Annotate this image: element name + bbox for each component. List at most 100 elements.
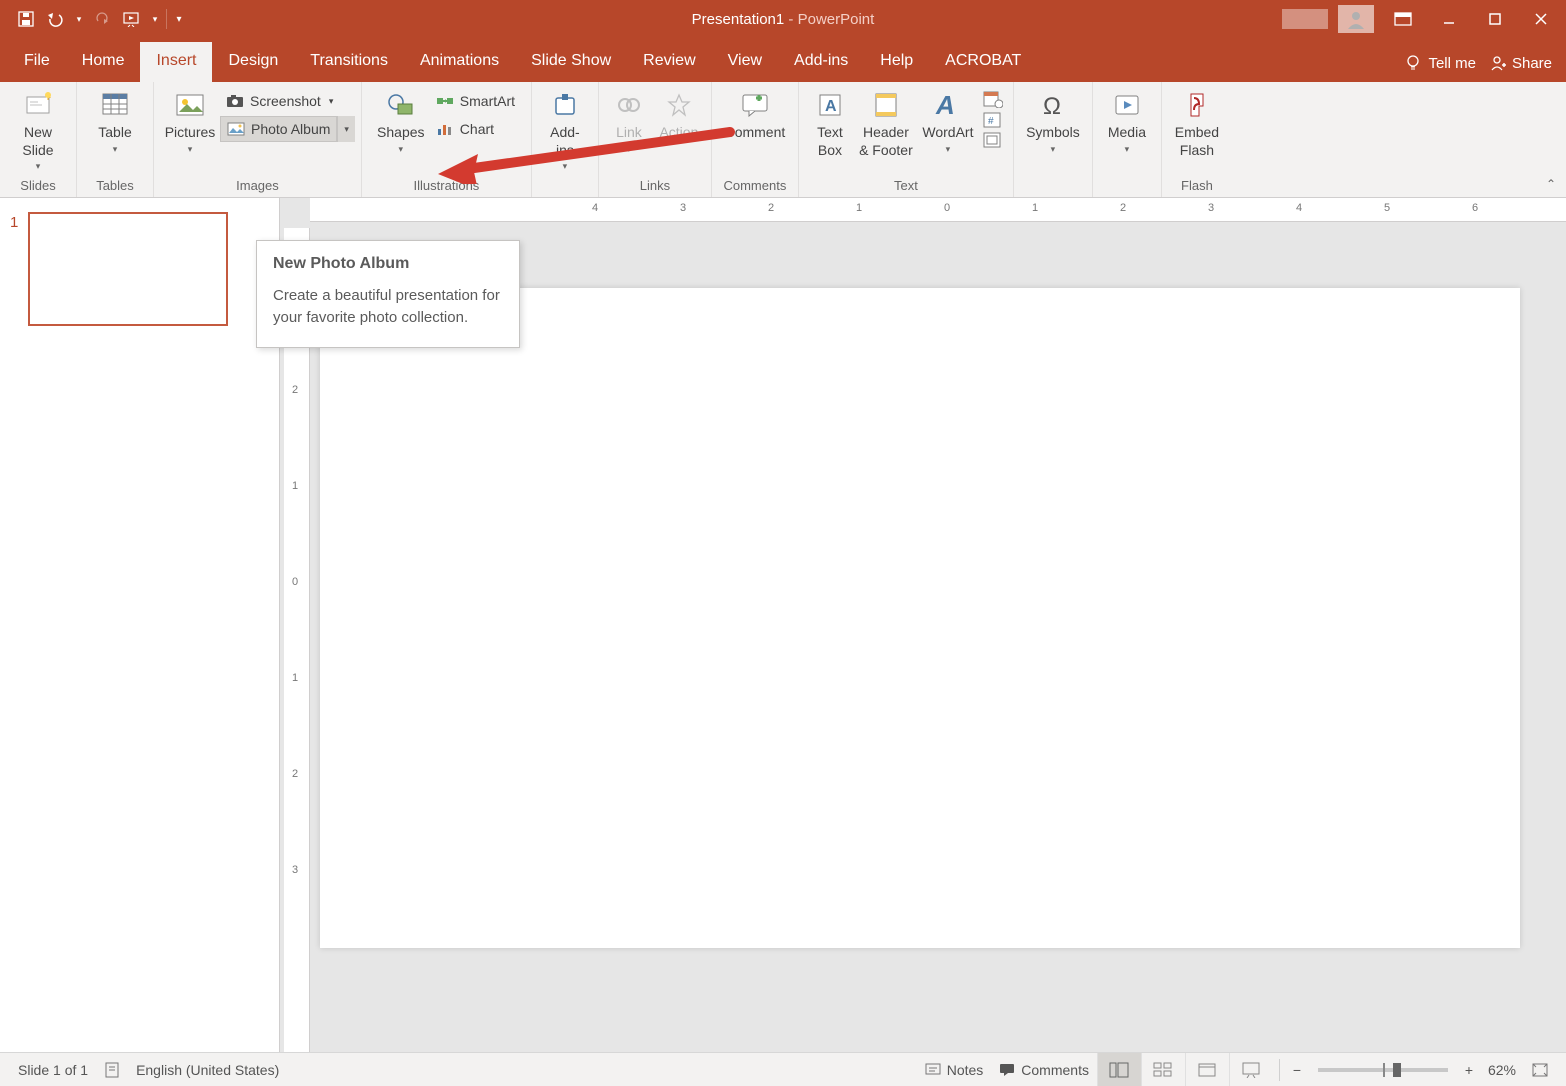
ribbon-display-icon[interactable] (1380, 0, 1426, 38)
reading-view-button[interactable] (1185, 1053, 1229, 1086)
save-icon[interactable] (12, 5, 40, 33)
notes-button[interactable]: Notes (917, 1053, 992, 1086)
workspace: 1 43210123456 3210123 (0, 198, 1566, 1052)
chevron-down-icon: ▾ (1125, 144, 1130, 155)
customize-qat-icon[interactable]: ▾ (171, 5, 187, 33)
text-box-button[interactable]: A Text Box (805, 84, 855, 176)
slideshow-from-start-icon[interactable] (118, 5, 146, 33)
collapse-ribbon-icon[interactable]: ⌃ (1546, 177, 1556, 191)
zoom-out-button[interactable]: − (1286, 1062, 1308, 1078)
slide-sorter-icon (1153, 1062, 1173, 1078)
zoom-slider[interactable] (1318, 1068, 1448, 1072)
pictures-button[interactable]: Pictures ▾ (160, 84, 220, 176)
chart-label: Chart (460, 121, 494, 137)
status-language[interactable]: English (United States) (128, 1053, 287, 1086)
tab-home[interactable]: Home (66, 42, 141, 82)
ribbon-tabs: File Home Insert Design Transitions Anim… (0, 38, 1566, 82)
undo-icon[interactable] (42, 5, 70, 33)
zoom-slider-thumb[interactable] (1393, 1063, 1401, 1077)
minimize-icon[interactable] (1426, 0, 1472, 38)
tab-design[interactable]: Design (212, 42, 294, 82)
tooltip-title: New Photo Album (273, 255, 503, 273)
wordart-label: WordArt (922, 124, 973, 142)
svg-text:A: A (935, 92, 955, 118)
chart-button[interactable]: Chart (430, 116, 521, 142)
tab-transitions[interactable]: Transitions (294, 42, 404, 82)
screenshot-button[interactable]: Screenshot ▾ (220, 88, 355, 114)
lightbulb-icon (1404, 54, 1422, 72)
slide-thumbnail-pane[interactable]: 1 (0, 198, 280, 1052)
status-bar: Slide 1 of 1 English (United States) Not… (0, 1052, 1566, 1086)
shapes-button[interactable]: Shapes ▾ (372, 84, 430, 176)
group-symbols: Ω Symbols ▾ (1014, 82, 1093, 197)
tab-slide-show[interactable]: Slide Show (515, 42, 627, 82)
table-button[interactable]: Table ▾ (83, 84, 147, 176)
close-icon[interactable] (1518, 0, 1564, 38)
redo-icon[interactable] (88, 5, 116, 33)
app-name-sep: - (784, 11, 797, 28)
header-footer-icon (873, 88, 899, 122)
link-button[interactable]: Link ▾ (605, 84, 653, 176)
quick-access-toolbar: ▾ ▾ ▾ (0, 5, 187, 33)
wordart-button[interactable]: A WordArt ▾ (917, 84, 979, 176)
share-button[interactable]: Share (1488, 54, 1552, 72)
tab-view[interactable]: View (712, 42, 778, 82)
chevron-down-icon: ▾ (563, 161, 568, 172)
symbols-button[interactable]: Ω Symbols ▾ (1020, 84, 1086, 176)
slide-canvas[interactable] (320, 288, 1520, 948)
new-slide-label: New Slide (22, 124, 53, 159)
comments-button[interactable]: Comments (991, 1053, 1097, 1086)
photo-album-button[interactable]: Photo Album (220, 116, 337, 142)
maximize-icon[interactable] (1472, 0, 1518, 38)
accessibility-icon[interactable] (96, 1053, 128, 1086)
fit-to-window-button[interactable] (1524, 1053, 1556, 1086)
shapes-icon (386, 88, 416, 122)
slide-thumbnail-row[interactable]: 1 (10, 212, 269, 326)
text-box-label: Text Box (817, 124, 843, 159)
chevron-down-icon: ▾ (329, 96, 334, 107)
tab-acrobat[interactable]: ACROBAT (929, 42, 1037, 82)
slide-number-icon[interactable]: # (983, 112, 1003, 128)
window-title: Presentation1 - PowerPoint (692, 11, 875, 28)
zoom-level[interactable]: 62% (1480, 1053, 1524, 1086)
slideshow-view-button[interactable] (1229, 1053, 1273, 1086)
title-bar: ▾ ▾ ▾ Presentation1 - PowerPoint (0, 0, 1566, 38)
new-slide-button[interactable]: New Slide ▾ (6, 84, 70, 176)
slideshow-dropdown-icon[interactable]: ▾ (148, 5, 162, 33)
tell-me-search[interactable]: Tell me (1404, 54, 1476, 72)
text-box-icon: A (817, 88, 843, 122)
comment-icon (741, 88, 769, 122)
group-links: Link ▾ Action Links (599, 82, 712, 197)
slide-thumbnail[interactable] (28, 212, 228, 326)
vertical-ruler[interactable]: 3210123 (284, 228, 310, 1052)
tab-add-ins[interactable]: Add-ins (778, 42, 864, 82)
tab-file[interactable]: File (8, 42, 66, 82)
group-images: Pictures ▾ Screenshot ▾ Photo Album ▾ (154, 82, 362, 197)
notes-icon (925, 1063, 941, 1077)
smartart-button[interactable]: SmartArt (430, 88, 521, 114)
slide-sorter-view-button[interactable] (1141, 1053, 1185, 1086)
undo-dropdown-icon[interactable]: ▾ (72, 5, 86, 33)
tab-help[interactable]: Help (864, 42, 929, 82)
media-button[interactable]: Media ▾ (1099, 84, 1155, 176)
date-time-icon[interactable] (983, 90, 1003, 108)
action-button[interactable]: Action (653, 84, 705, 176)
tab-review[interactable]: Review (627, 42, 711, 82)
zoom-in-button[interactable]: + (1458, 1062, 1480, 1078)
addins-button[interactable]: Add- ins ▾ (538, 84, 592, 176)
embed-flash-button[interactable]: Embed Flash (1168, 84, 1226, 176)
tab-animations[interactable]: Animations (404, 42, 515, 82)
tell-me-label: Tell me (1428, 55, 1476, 72)
object-icon[interactable] (983, 132, 1003, 148)
tab-insert[interactable]: Insert (140, 42, 212, 82)
screenshot-label: Screenshot (250, 93, 321, 109)
normal-view-button[interactable] (1097, 1053, 1141, 1086)
status-slide-number[interactable]: Slide 1 of 1 (10, 1053, 96, 1086)
qat-separator (166, 9, 167, 29)
photo-album-dropdown[interactable]: ▾ (337, 116, 355, 142)
comment-button[interactable]: Comment (718, 84, 792, 176)
horizontal-ruler[interactable]: 43210123456 (310, 198, 1566, 222)
pictures-label: Pictures (165, 124, 216, 142)
header-footer-button[interactable]: Header & Footer (855, 84, 917, 176)
user-avatar-icon[interactable] (1338, 5, 1374, 33)
